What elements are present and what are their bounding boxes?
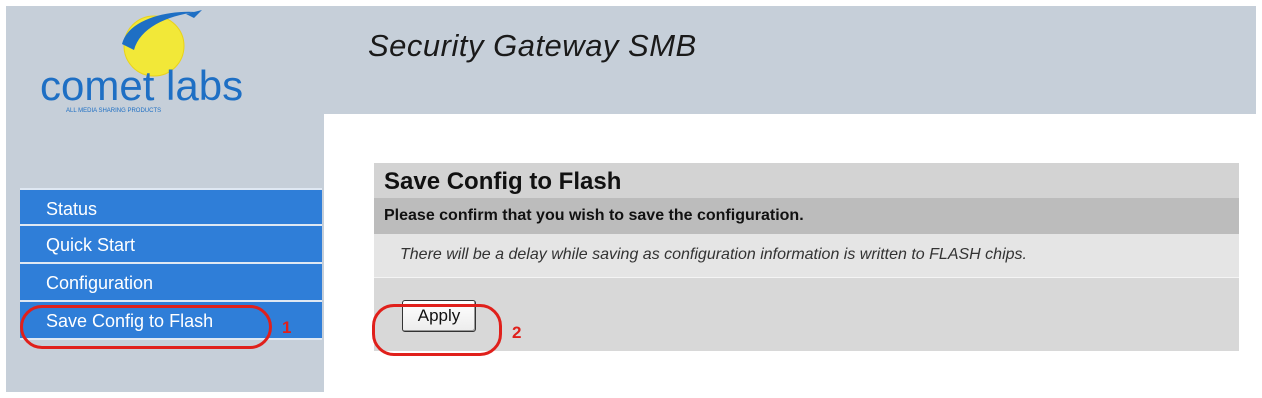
panel-title: Save Config to Flash xyxy=(374,163,1239,198)
sidebar-item-quick-start[interactable]: Quick Start xyxy=(20,226,322,264)
annotation-circle-1 xyxy=(20,305,272,349)
sidebar-item-status[interactable]: Status xyxy=(20,188,322,226)
sidebar-item-configuration[interactable]: Configuration xyxy=(20,264,322,302)
annotation-number-1: 1 xyxy=(282,318,292,337)
panel-actions: Apply xyxy=(374,278,1239,351)
page-frame: comet labs ALL MEDIA SHARING PRODUCTS Se… xyxy=(6,6,1256,392)
brand-name: comet labs xyxy=(40,62,243,109)
page-title: Security Gateway SMB xyxy=(368,28,697,63)
header-bar: comet labs ALL MEDIA SHARING PRODUCTS Se… xyxy=(6,6,1256,114)
panel-subtitle: Please confirm that you wish to save the… xyxy=(374,198,1239,234)
panel-note: There will be a delay while saving as co… xyxy=(374,234,1239,278)
save-config-panel: Save Config to Flash Please confirm that… xyxy=(374,163,1239,351)
annotation-number-2: 2 xyxy=(512,323,522,342)
comet-logo-icon: comet labs ALL MEDIA SHARING PRODUCTS xyxy=(40,10,243,114)
annotation-circle-2 xyxy=(372,304,502,356)
company-logo: comet labs ALL MEDIA SHARING PRODUCTS xyxy=(36,6,286,114)
